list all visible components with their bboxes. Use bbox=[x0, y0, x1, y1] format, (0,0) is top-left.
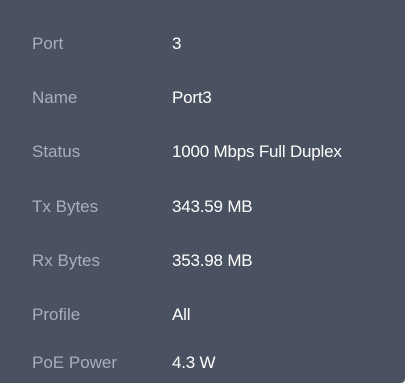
name-value: Port3 bbox=[172, 88, 212, 107]
port-details-panel: Port 3 Name Port3 Status 1000 Mbps Full … bbox=[0, 0, 405, 383]
status-value: 1000 Mbps Full Duplex bbox=[172, 142, 342, 161]
profile-value: All bbox=[172, 305, 191, 324]
detail-row-tx-bytes: Tx Bytes 343.59 MB bbox=[0, 180, 405, 234]
tx-bytes-label: Tx Bytes bbox=[32, 197, 99, 216]
rx-bytes-label: Rx Bytes bbox=[32, 251, 101, 270]
port-label: Port bbox=[32, 34, 64, 53]
poe-power-label: PoE Power bbox=[32, 353, 118, 372]
detail-row-poe-power: PoE Power 4.3 W bbox=[0, 343, 405, 383]
port-value: 3 bbox=[172, 34, 182, 53]
name-label: Name bbox=[32, 88, 78, 107]
poe-power-value: 4.3 W bbox=[172, 353, 216, 372]
status-label: Status bbox=[32, 142, 81, 161]
profile-label: Profile bbox=[32, 305, 81, 324]
detail-row-rx-bytes: Rx Bytes 353.98 MB bbox=[0, 234, 405, 288]
detail-row-profile: Profile All bbox=[0, 288, 405, 342]
detail-row-name: Name Port3 bbox=[0, 71, 405, 125]
tx-bytes-value: 343.59 MB bbox=[172, 197, 253, 216]
detail-row-port: Port 3 bbox=[0, 17, 405, 71]
rx-bytes-value: 353.98 MB bbox=[172, 251, 253, 270]
detail-row-status: Status 1000 Mbps Full Duplex bbox=[0, 125, 405, 179]
